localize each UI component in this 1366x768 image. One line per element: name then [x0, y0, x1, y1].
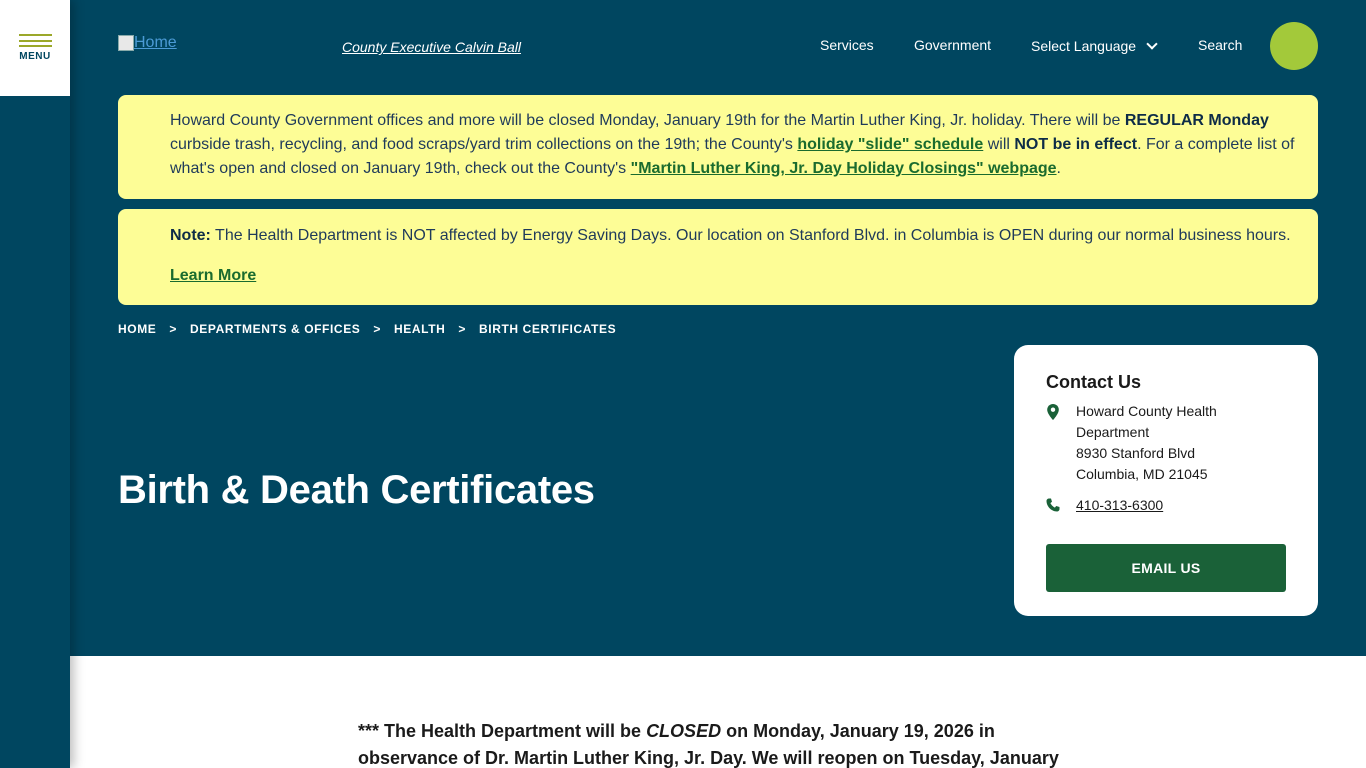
home-logo-link[interactable]: Home [118, 34, 177, 52]
contact-phone: 410-313-6300 [1046, 495, 1286, 516]
nav-services[interactable]: Services [820, 37, 874, 53]
address-line: Department [1076, 424, 1150, 440]
address-line: Columbia, MD 21045 [1076, 466, 1208, 482]
hamburger-icon [18, 34, 52, 47]
chevron-down-icon [1146, 38, 1158, 50]
contact-card: Contact Us Howard County Health Departme… [1014, 345, 1318, 616]
closure-notice: *** The Health Department will be CLOSED… [358, 718, 1078, 768]
phone-link[interactable]: 410-313-6300 [1076, 495, 1163, 516]
phone-icon [1046, 498, 1060, 512]
alert-text: curbside trash, recycling, and food scra… [170, 136, 798, 153]
note-label: Note: [170, 227, 211, 244]
contact-heading: Contact Us [1046, 372, 1142, 392]
content-area: *** The Health Department will be CLOSED… [70, 656, 1366, 768]
address-line: 8930 Stanford Blvd [1076, 445, 1196, 461]
menu-button[interactable]: MENU [0, 0, 70, 96]
notice-text: *** The Health Department will be [358, 721, 647, 741]
main-area: Home County Executive Calvin Ball Servic… [70, 0, 1366, 768]
page-title: Birth & Death Certificates [118, 468, 595, 512]
holiday-slide-schedule-link[interactable]: holiday "slide" schedule [797, 136, 983, 153]
map-pin-icon [1047, 404, 1059, 420]
menu-label: MENU [19, 51, 51, 62]
contact-address: Howard County Health Department 8930 Sta… [1046, 401, 1286, 485]
breadcrumb-separator: > [169, 322, 178, 336]
learn-more-link[interactable]: Learn More [170, 264, 256, 288]
side-rail: MENU [0, 0, 70, 768]
broken-image-icon [118, 35, 134, 51]
alert-text: Howard County Government offices and mor… [170, 112, 1125, 129]
alert-text: will [983, 136, 1015, 153]
breadcrumb-departments[interactable]: DEPARTMENTS & OFFICES [190, 322, 360, 336]
logo-alt-text: Home [134, 34, 177, 51]
holiday-alert: Howard County Government offices and mor… [118, 95, 1318, 199]
breadcrumb-separator: > [373, 322, 382, 336]
alert-text: . [1056, 160, 1061, 177]
breadcrumb-health[interactable]: HEALTH [394, 322, 445, 336]
search-toggle-button[interactable] [1270, 22, 1318, 70]
note-text: The Health Department is NOT affected by… [210, 227, 1291, 244]
nav-search[interactable]: Search [1198, 37, 1242, 53]
mlk-closings-link[interactable]: "Martin Luther King, Jr. Day Holiday Clo… [631, 160, 1057, 177]
breadcrumb-separator: > [458, 322, 466, 336]
language-select-label: Select Language [1031, 38, 1137, 54]
email-us-button[interactable]: EMAIL US [1046, 544, 1286, 592]
site-header: Home County Executive Calvin Ball Servic… [70, 0, 1366, 95]
alert-bold-text: REGULAR Monday [1124, 112, 1269, 129]
breadcrumb-current: BIRTH CERTIFICATES [479, 322, 617, 336]
language-select[interactable]: Select Language [1031, 38, 1158, 54]
county-executive-link[interactable]: County Executive Calvin Ball [342, 39, 521, 55]
notice-closed-text: CLOSED [646, 721, 722, 741]
address-line: Howard County Health [1076, 403, 1217, 419]
health-note-alert: Note: The Health Department is NOT affec… [118, 209, 1318, 305]
nav-government[interactable]: Government [914, 37, 991, 53]
breadcrumb-home[interactable]: HOME [118, 322, 156, 336]
alert-bold-text: NOT be in effect [1014, 136, 1138, 153]
breadcrumb: HOME > DEPARTMENTS & OFFICES > HEALTH > … [118, 322, 616, 336]
